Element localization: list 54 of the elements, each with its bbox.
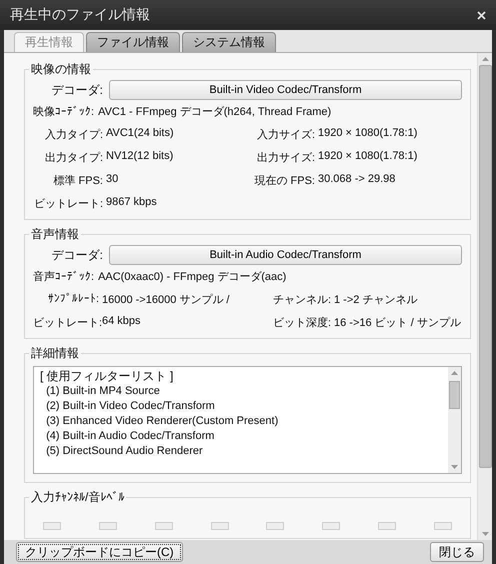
details-line: [ 使用フィルターリスト ]: [40, 369, 174, 384]
group-title: 詳細情報: [30, 345, 80, 362]
details-line: (5) DirectSound Audio Renderer: [45, 444, 204, 459]
field-label: 入力タイプ:: [44, 128, 103, 142]
field-label: 出力サイズ:: [256, 151, 315, 165]
scrollbar[interactable]: [477, 53, 492, 540]
field-value: 30: [106, 173, 120, 187]
field-label: ビット深度:: [272, 316, 331, 330]
field-value: 1920 × 1080(1.78:1): [318, 127, 418, 141]
field-value: NV12(12 bits): [106, 150, 174, 164]
codec-value: AAC(0xaac0) - FFmpeg デコーダ(aac): [98, 270, 286, 284]
field-value: 1 ->2 チャンネル: [334, 293, 418, 307]
field-label: ビットレート:: [33, 316, 99, 330]
field-label: チャンネル:: [272, 293, 331, 307]
field-label: ｻﾝﾌﾟﾙﾚｰﾄ:: [46, 292, 99, 307]
scroll-thumb[interactable]: [449, 381, 460, 409]
field-value: 16 ->16 ビット / サンプル: [334, 316, 462, 330]
group-title: 音声情報: [30, 226, 80, 243]
codec-label: 映像ｺｰﾃﾞｯｸ:: [33, 105, 94, 119]
field-value: 64 kbps: [102, 315, 142, 329]
tab[interactable]: ファイル情報: [86, 32, 180, 52]
codec-label: 音声ｺｰﾃﾞｯｸ:: [33, 270, 94, 284]
field-label: 現在の FPS:: [253, 174, 315, 188]
close-icon[interactable]: [477, 10, 486, 20]
scroll-down-icon[interactable]: [451, 465, 458, 469]
details-line: (4) Built-in Audio Codec/Transform: [45, 429, 216, 444]
group-title: 入力ﾁｬﾝﾈﾙ/音ﾚﾍﾞﾙ: [30, 489, 126, 506]
details-line: (2) Built-in Video Codec/Transform: [45, 399, 216, 414]
close-button[interactable]: 閉じる: [430, 542, 484, 562]
field-value: AVC1(24 bits): [106, 127, 175, 141]
tab[interactable]: システム情報: [182, 32, 276, 52]
field-value: 16000 ->16000 サンプル /: [102, 292, 230, 307]
scroll-up-icon[interactable]: [451, 371, 458, 375]
details-line: (3) Enhanced Video Renderer(Custom Present): [45, 414, 280, 429]
copy-button[interactable]: クリップボードにコピー(C): [16, 542, 183, 562]
scroll-thumb[interactable]: [478, 65, 492, 468]
scroll-up-icon[interactable]: [482, 57, 488, 61]
field-label: ビットレート:: [33, 197, 103, 211]
field-value: 1920 × 1080(1.78:1): [318, 150, 418, 164]
field-value: 30.068 -> 29.98: [318, 173, 396, 187]
field-label: 標準 FPS:: [52, 174, 103, 188]
group-title: 映像の情報: [30, 61, 92, 78]
decoder-label: デコーダ:: [50, 82, 103, 98]
decoder-button[interactable]: Built-in Audio Codec/Transform: [109, 245, 462, 265]
field-value: 9867 kbps: [106, 196, 158, 210]
field-label: 入力サイズ:: [256, 128, 315, 142]
decoder-button[interactable]: Built-in Video Codec/Transform: [109, 80, 462, 100]
scroll-down-icon[interactable]: [482, 532, 488, 536]
field-label: 出力タイプ:: [44, 150, 103, 165]
scrollbar[interactable]: [448, 367, 461, 473]
codec-value: AVC1 - FFmpeg デコーダ(h264, Thread Frame): [98, 105, 332, 119]
details-line: (1) Built-in MP4 Source: [45, 384, 161, 399]
decoder-label: デコーダ:: [50, 246, 103, 264]
window-title: 再生中のファイル情報: [10, 6, 150, 24]
